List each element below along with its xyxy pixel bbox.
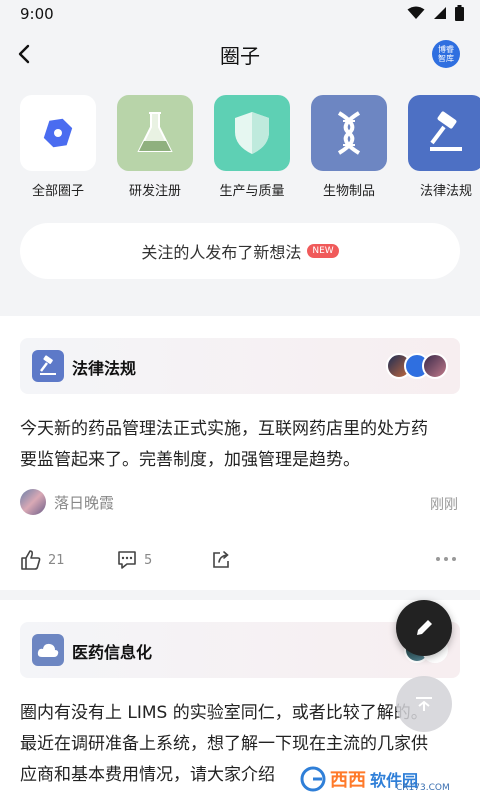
category-all[interactable]: 全部圈子 — [20, 95, 96, 199]
divider — [0, 590, 480, 600]
circle-tag[interactable]: 法律法规 — [20, 338, 460, 394]
category-label: 法律法规 — [419, 184, 472, 199]
author-name: 落日晚霞 — [54, 493, 115, 512]
status-time: 9:00 — [20, 5, 54, 23]
compose-button[interactable] — [396, 600, 452, 656]
post-time: 刚刚 — [430, 497, 458, 513]
logo-line-1: 博睿 — [438, 45, 454, 54]
site-watermark: 西西 软件园 CR173.COM — [300, 757, 480, 800]
wifi-icon — [407, 6, 425, 19]
post-line: 今天新的药品管理法正式实施，互联网药店里的处方药 — [20, 419, 428, 439]
logo-line-2: 智库 — [438, 54, 454, 63]
watermark-url: CR173.COM — [396, 783, 450, 793]
post-card[interactable]: 法律法规 今天新的药品管理法正式实施，互联网药店里的处方药 要监管起来了。完善制… — [0, 316, 480, 586]
banner-text: 关注的人发布了新想法 — [141, 243, 302, 262]
like-count: 21 — [48, 552, 65, 568]
shield-icon — [235, 112, 269, 154]
category-label: 研发注册 — [128, 184, 181, 199]
post-line: 最近在调研准备上系统，想了解一下现在主流的几家供 — [20, 734, 428, 754]
status-bar: 9:00 — [0, 0, 480, 28]
gavel-icon — [32, 350, 64, 382]
category-label: 生产与质量 — [219, 184, 285, 199]
post-content: 今天新的药品管理法正式实施，互联网药店里的处方药 要监管起来了。完善制度，加强管… — [20, 414, 460, 476]
category-row: 全部圈子 研发注册 生产与质量 生物制品 法律法规 — [20, 95, 480, 205]
post-actions: 21 5 — [20, 549, 460, 577]
circle-name: 医药信息化 — [72, 643, 153, 662]
more-button[interactable] — [434, 555, 458, 563]
comment-icon — [118, 551, 136, 569]
app-header: 圈子 博睿 智库 — [0, 28, 480, 80]
more-dots-icon — [436, 557, 456, 561]
circle-tag[interactable]: 医药信息化 — [20, 622, 460, 678]
new-badge: NEW — [307, 244, 339, 258]
comment-count: 5 — [144, 552, 153, 568]
avatar — [422, 353, 448, 379]
cloud-icon — [32, 634, 64, 666]
post-line: 要监管起来了。完善制度，加强管理是趋势。 — [20, 450, 360, 470]
category-quality[interactable]: 生产与质量 — [214, 95, 290, 199]
followed-updates-banner[interactable]: 关注的人发布了新想法 NEW — [20, 223, 460, 279]
avatar — [20, 489, 46, 515]
category-rd[interactable]: 研发注册 — [117, 95, 193, 199]
status-icons — [407, 5, 464, 21]
share-icon — [213, 551, 229, 568]
page-title: 圈子 — [220, 44, 260, 68]
thumb-up-icon — [21, 550, 41, 570]
watermark-main: 西西 — [330, 769, 366, 791]
gavel-icon — [430, 111, 462, 151]
signal-icon — [434, 7, 446, 19]
scroll-top-icon — [416, 697, 432, 711]
post-author[interactable]: 落日晚霞 — [20, 489, 114, 515]
category-law[interactable]: 法律法规 — [408, 95, 480, 199]
battery-icon — [455, 5, 464, 21]
post-line: 圈内有没有上 LIMS 的实验室同仁，或者比较了解的。 — [20, 703, 428, 723]
scroll-top-button[interactable] — [396, 676, 452, 732]
member-avatars — [386, 353, 448, 379]
comment-button[interactable]: 5 — [116, 549, 152, 571]
brand-logo[interactable]: 博睿 智库 — [432, 40, 460, 68]
category-bio[interactable]: 生物制品 — [311, 95, 387, 199]
watermark-logo-icon — [300, 766, 326, 791]
share-button[interactable] — [210, 549, 232, 571]
category-label: 全部圈子 — [31, 184, 84, 199]
flask-icon — [137, 112, 173, 152]
circle-dot-icon — [43, 118, 73, 148]
dna-icon — [337, 111, 361, 155]
circle-name: 法律法规 — [72, 359, 137, 378]
pencil-icon — [417, 620, 432, 635]
category-label: 生物制品 — [322, 184, 375, 199]
like-button[interactable]: 21 — [20, 549, 65, 571]
